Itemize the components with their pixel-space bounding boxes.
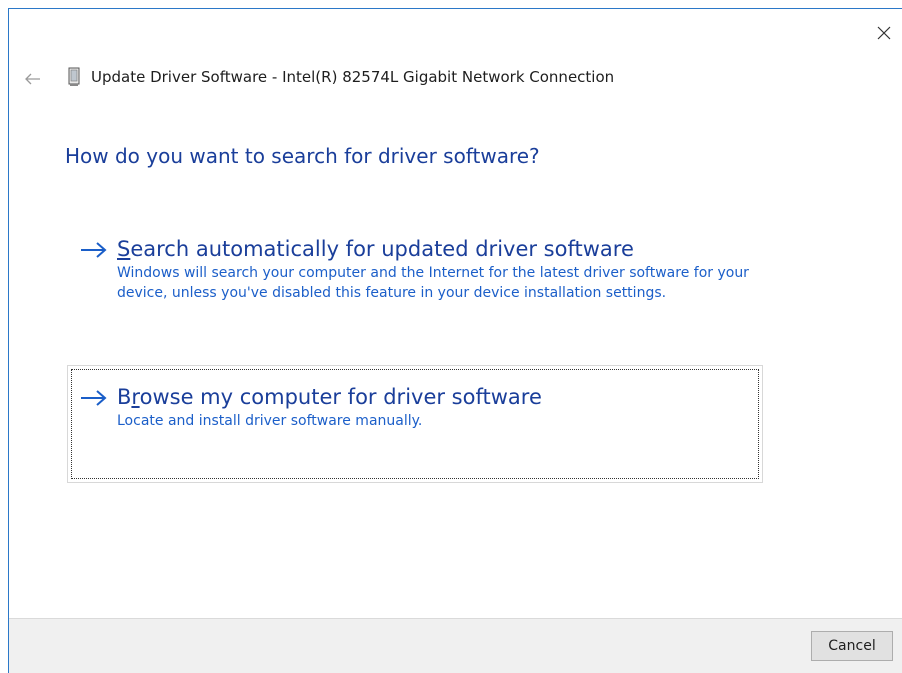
update-driver-dialog: Update Driver Software - Intel(R) 82574L…: [8, 8, 902, 673]
search-automatically-description: Windows will search your computer and th…: [117, 265, 749, 302]
back-arrow-icon: [25, 73, 40, 85]
arrow-right-icon: [81, 390, 107, 406]
page-heading: How do you want to search for driver sof…: [65, 144, 540, 168]
arrow-right-icon: [81, 242, 107, 258]
dialog-title-row: Update Driver Software - Intel(R) 82574L…: [67, 67, 614, 87]
network-adapter-icon: [68, 67, 80, 86]
search-automatically-title: Search automatically for updated driver …: [117, 237, 634, 261]
search-automatically-option[interactable]: Search automatically for updated driver …: [67, 229, 763, 339]
browse-computer-title: Browse my computer for driver software: [117, 385, 542, 409]
dialog-footer: Cancel: [9, 618, 902, 673]
cancel-button[interactable]: Cancel: [811, 631, 893, 661]
back-button[interactable]: [21, 69, 45, 89]
dialog-title: Update Driver Software - Intel(R) 82574L…: [91, 68, 615, 86]
close-icon: [877, 26, 891, 40]
close-button[interactable]: [868, 17, 900, 49]
browse-computer-description: Locate and install driver software manua…: [117, 413, 423, 430]
browse-computer-option[interactable]: Browse my computer for driver software L…: [67, 365, 763, 483]
